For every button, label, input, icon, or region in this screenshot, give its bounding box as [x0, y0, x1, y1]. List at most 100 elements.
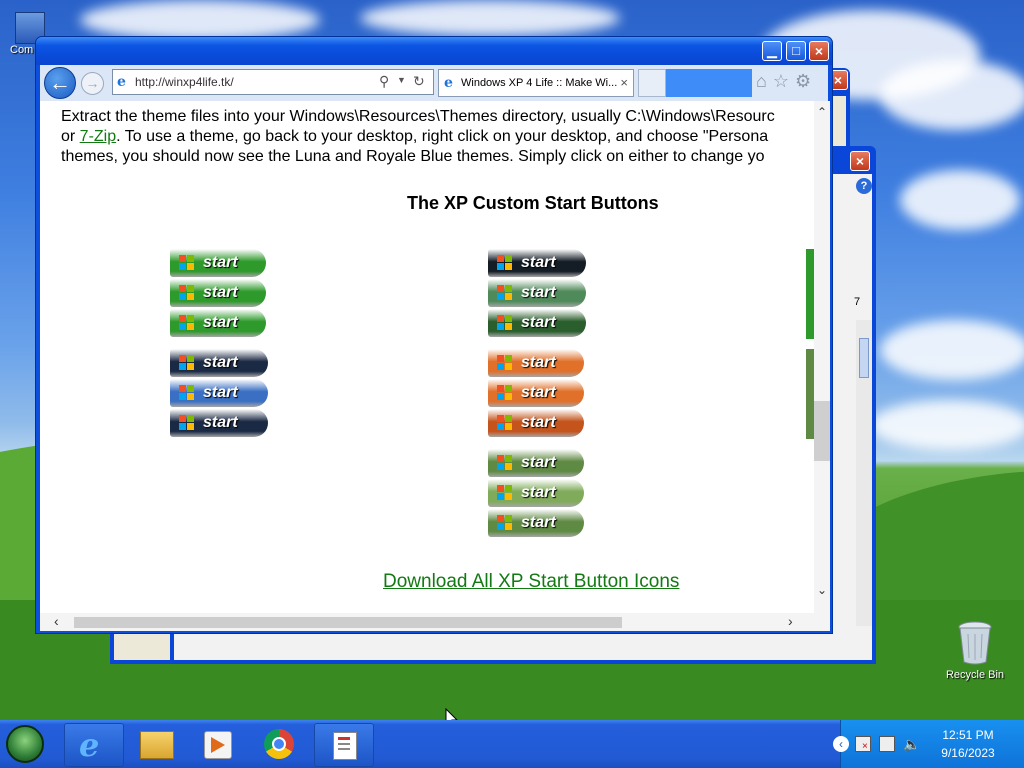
start-button-sample: start — [488, 249, 586, 277]
scroll-right-icon[interactable]: › — [788, 613, 793, 629]
7zip-link[interactable]: 7-Zip — [80, 128, 116, 145]
recycle-bin-icon — [958, 621, 992, 665]
new-tab-button[interactable] — [638, 69, 666, 97]
start-button-sample: start — [488, 479, 584, 507]
cloud — [900, 170, 1020, 230]
start-button-label: start — [521, 314, 556, 331]
windows-flag-icon — [497, 515, 513, 531]
start-button-label: start — [521, 414, 556, 431]
start-button-sample: start — [488, 379, 584, 407]
volume-muted-icon[interactable]: 🔈 — [903, 736, 920, 753]
forward-button[interactable]: → — [81, 72, 104, 95]
tab-title: Windows XP 4 Life :: Make Wi... — [461, 77, 618, 89]
start-button-sample: start — [170, 249, 266, 277]
scroll-left-icon[interactable]: ‹ — [54, 613, 59, 629]
start-button-sample: start — [170, 279, 266, 307]
favorites-star-icon[interactable]: ☆ — [773, 71, 795, 91]
windows-flag-icon — [497, 385, 513, 401]
browser-tab[interactable]: e Windows XP 4 Life :: Make Wi... × — [438, 69, 634, 97]
windows-flag-icon — [179, 355, 195, 371]
ie-icon: e — [79, 726, 100, 764]
cloud — [360, 0, 620, 36]
taskbar-chrome-button[interactable] — [250, 723, 308, 765]
address-text: http://winxp4life.tk/ — [135, 75, 234, 89]
clock-date: 9/16/2023 — [941, 746, 995, 760]
scrollbar-corner — [814, 613, 830, 631]
windows-flag-icon — [497, 355, 513, 371]
background-partial-text: 7 — [854, 296, 861, 308]
media-player-icon — [204, 731, 232, 759]
section-heading: The XP Custom Start Buttons — [407, 193, 659, 213]
start-orb-button[interactable] — [6, 725, 44, 763]
scroll-up-icon[interactable]: ⌃ — [817, 105, 827, 119]
scroll-down-icon[interactable]: ⌄ — [817, 583, 827, 597]
start-button-label: start — [521, 284, 556, 301]
start-button-sample: start — [488, 349, 584, 377]
start-button-label: start — [521, 354, 556, 371]
start-button-sample: start — [488, 449, 584, 477]
windows-flag-icon — [497, 415, 513, 431]
windows-flag-icon — [179, 315, 195, 331]
background-scrollbar[interactable] — [856, 320, 872, 626]
security-alert-icon[interactable]: × — [855, 736, 871, 752]
taskbar-explorer-button[interactable] — [126, 723, 184, 765]
close-icon[interactable]: × — [850, 151, 870, 171]
toolbar-icons: ⌂☆⚙ — [756, 71, 817, 92]
scroll-thumb[interactable] — [859, 338, 869, 378]
clock[interactable]: 12:51 PM 9/16/2023 — [933, 726, 1003, 762]
start-button-sample: start — [488, 509, 584, 537]
clipped-start-buttons — [806, 249, 814, 339]
desktop-icon-label: Recycle Bin — [945, 669, 1005, 681]
clipped-start-buttons — [806, 349, 814, 439]
instructions-paragraph: Extract the theme files into your Window… — [61, 107, 814, 167]
address-bar[interactable]: e http://winxp4life.tk/ ⚲ ▼ ↻ — [112, 69, 434, 95]
home-icon[interactable]: ⌂ — [756, 71, 773, 91]
start-button-label: start — [203, 384, 238, 401]
tab-strip-fill — [666, 69, 752, 97]
cloud — [870, 400, 1024, 450]
network-icon[interactable] — [879, 736, 895, 752]
minimize-button[interactable]: ▁ — [762, 41, 782, 61]
download-all-link[interactable]: Download All XP Start Button Icons — [383, 571, 679, 593]
refresh-icon[interactable]: ↻ — [413, 73, 425, 90]
close-button[interactable]: × — [809, 41, 829, 61]
dropdown-icon[interactable]: ▼ — [397, 75, 406, 85]
help-icon[interactable]: ? — [856, 178, 872, 194]
scroll-thumb[interactable] — [814, 401, 830, 461]
settings-gear-icon[interactable]: ⚙ — [795, 71, 817, 91]
title-bar[interactable]: ▁ □ × — [36, 37, 832, 65]
windows-flag-icon — [179, 285, 195, 301]
back-button[interactable]: ← — [44, 67, 76, 99]
taskbar-ie-button[interactable]: e — [64, 723, 124, 767]
document-icon — [333, 732, 357, 760]
start-button-sample: start — [170, 309, 266, 337]
start-button-label: start — [521, 254, 556, 271]
show-hidden-icons-button[interactable]: ‹ — [833, 736, 849, 752]
horizontal-scrollbar[interactable]: ‹ › — [40, 613, 814, 631]
start-button-sample: start — [170, 349, 268, 377]
taskbar-document-button[interactable] — [314, 723, 374, 767]
windows-flag-icon — [497, 255, 513, 271]
instructions-line-2: or 7-Zip. To use a theme, go back to you… — [61, 127, 814, 147]
text-fragment: or — [61, 128, 80, 145]
start-button-label: start — [521, 484, 556, 501]
page-content: Extract the theme files into your Window… — [40, 101, 814, 613]
navigation-bar: ← → e http://winxp4life.tk/ ⚲ ▼ ↻ e Wind… — [40, 65, 828, 101]
search-icon[interactable]: ⚲ — [379, 73, 389, 90]
instructions-line-3: themes, you should now see the Luna and … — [61, 148, 765, 165]
folder-icon — [140, 731, 174, 759]
chrome-icon — [264, 729, 294, 759]
taskbar-media-button[interactable] — [188, 723, 246, 765]
ie-tab-icon: e — [444, 75, 453, 91]
start-button-sample: start — [170, 409, 268, 437]
start-button-label: start — [203, 284, 238, 301]
start-button-label: start — [521, 514, 556, 531]
vertical-scrollbar[interactable]: ⌃ ⌄ — [814, 101, 830, 613]
cloud — [880, 60, 1024, 130]
browser-window[interactable]: ▁ □ × ← → e http://winxp4life.tk/ ⚲ ▼ ↻ … — [35, 36, 833, 634]
maximize-button[interactable]: □ — [786, 41, 806, 61]
scroll-thumb[interactable] — [74, 617, 622, 628]
start-button-label: start — [203, 254, 238, 271]
recycle-bin-desktop-icon[interactable]: Recycle Bin — [940, 620, 1010, 681]
tab-close-icon[interactable]: × — [620, 75, 628, 90]
